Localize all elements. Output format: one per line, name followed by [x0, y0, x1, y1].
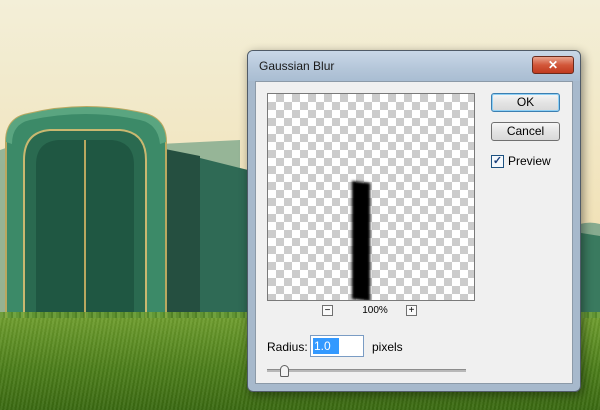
cancel-button[interactable]: Cancel: [491, 122, 560, 141]
radius-unit-label: pixels: [372, 340, 403, 354]
preview-blurred-shape: [352, 180, 370, 300]
gaussian-blur-dialog: Gaussian Blur ✕ − 100% + OK Cancel ✓ Pre…: [247, 50, 581, 392]
radius-label: Radius:: [267, 340, 308, 354]
dialog-title: Gaussian Blur: [259, 59, 335, 73]
radius-slider[interactable]: [267, 365, 466, 377]
dialog-titlebar[interactable]: Gaussian Blur ✕: [248, 51, 580, 81]
zoom-level: 100%: [362, 305, 388, 316]
radius-input[interactable]: [313, 338, 339, 354]
close-icon: ✕: [547, 58, 559, 72]
zoom-controls: − 100% +: [267, 305, 475, 319]
radius-slider-thumb[interactable]: [280, 365, 289, 377]
zoom-out-button[interactable]: −: [322, 305, 333, 316]
dialog-client-area: − 100% + OK Cancel ✓ Preview Radius: pix…: [255, 81, 573, 384]
preview-canvas[interactable]: [267, 93, 475, 301]
zoom-in-button[interactable]: +: [406, 305, 417, 316]
close-button[interactable]: ✕: [532, 56, 574, 74]
preview-checkbox-label[interactable]: Preview: [508, 154, 551, 168]
radius-field[interactable]: [310, 335, 364, 357]
preview-checkbox[interactable]: ✓: [491, 155, 504, 168]
ok-button[interactable]: OK: [491, 93, 560, 112]
